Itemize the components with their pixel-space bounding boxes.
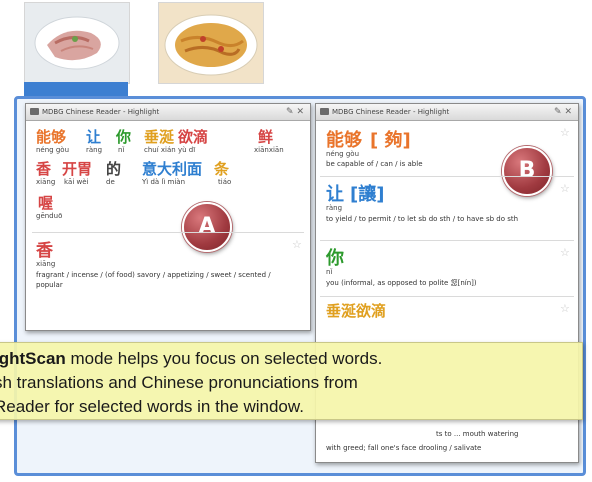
star-icon[interactable]: ☆ (292, 238, 302, 251)
entry-pinyin: ràng (326, 204, 343, 212)
pin-close-icon[interactable]: ✎ ✕ (554, 104, 572, 120)
app-icon (30, 108, 39, 115)
entry-headword: 让 (326, 184, 344, 205)
word-tiao[interactable]: 条 (214, 158, 229, 179)
window-a-title: MDBG Chinese Reader - Highlight (42, 108, 160, 116)
pinyin: yù dī (178, 146, 196, 154)
pinyin: néng gòu (36, 146, 70, 154)
pinyin: kāi wèi (64, 178, 89, 186)
callout-line-2: sh translations and Chinese pronunciatio… (0, 373, 358, 392)
entry-definition: to yield / to permit / to let sb do sth … (326, 215, 519, 223)
noodles-dish-image (159, 3, 263, 83)
divider (320, 296, 574, 297)
star-icon[interactable]: ☆ (560, 182, 570, 195)
callout-badge-b: B (502, 146, 552, 196)
divider (320, 176, 574, 177)
pinyin: xiāng (36, 178, 56, 186)
word-kaiwei[interactable]: 开胃 (62, 158, 92, 179)
word-xiang[interactable]: 香 (36, 158, 51, 179)
word-yudi[interactable]: 欲滴 (178, 126, 208, 147)
reader-window-a[interactable]: MDBG Chinese Reader - Highlight ✎ ✕ 能够 让… (25, 103, 311, 331)
entry-headword: 香 (36, 241, 53, 261)
entry-traditional: [讓] (350, 184, 385, 205)
word-yidalimian[interactable]: 意大利面 (142, 158, 202, 179)
app-icon (320, 108, 329, 115)
word-de[interactable]: 的 (106, 158, 121, 179)
divider (32, 232, 304, 233)
callout-line-1-text: mode helps you focus on selected words. (65, 349, 383, 368)
pinyin: Yì dà lì miàn (142, 178, 186, 186)
entry-headword-partial: 垂涎欲滴 (326, 302, 387, 320)
word-chuixian[interactable]: 垂涎 (144, 126, 174, 147)
pinyin: xiānxiān (254, 146, 284, 154)
word-ni[interactable]: 你 (116, 126, 131, 147)
callout-line-1: ightScan mode helps you focus on selecte… (0, 347, 382, 371)
entry-pinyin: nǐ (326, 268, 333, 276)
star-icon[interactable]: ☆ (560, 126, 570, 139)
star-icon[interactable]: ☆ (560, 246, 570, 259)
thumbnail-plate[interactable] (24, 2, 130, 84)
star-icon[interactable]: ☆ (560, 302, 570, 315)
window-a-titlebar[interactable]: MDBG Chinese Reader - Highlight ✎ ✕ (26, 104, 310, 121)
entry-definition: be capable of / can / is able (326, 160, 423, 168)
entry-definition: fragrant / incense / (of food) savory / … (36, 271, 271, 289)
pinyin: ràng (86, 146, 103, 154)
info-callout: ightScan mode helps you focus on selecte… (0, 342, 583, 420)
entry-headword: 能够 (326, 130, 362, 151)
entry-definition-partial: ts to ... mouth watering (436, 430, 519, 438)
entry-headword: 你 (326, 248, 344, 269)
word-nenggou[interactable]: 能够 (36, 126, 66, 147)
window-b-titlebar[interactable]: MDBG Chinese Reader - Highlight ✎ ✕ (316, 104, 578, 121)
word-rang[interactable]: 让 (86, 126, 101, 147)
divider (320, 240, 574, 241)
plate-dish-image (25, 3, 129, 83)
callout-mode-name: ightScan (0, 349, 66, 368)
callout-badge-a: A (182, 202, 232, 252)
pinyin: de (106, 178, 115, 186)
word-row3[interactable]: 喔 (38, 192, 53, 213)
entry-traditional: [ 夠] (370, 130, 411, 151)
entry-definition: you (informal, as opposed to polite 您[ní… (326, 279, 477, 287)
window-b-title: MDBG Chinese Reader - Highlight (332, 108, 450, 116)
pinyin: gēnduō (36, 212, 63, 220)
pinyin: chuí xián (144, 146, 176, 154)
entry-pinyin: néng gòu (326, 150, 360, 158)
pin-close-icon[interactable]: ✎ ✕ (286, 104, 304, 120)
thumbnail-noodles[interactable] (158, 2, 264, 84)
callout-line-3: Reader for selected words in the window. (0, 397, 304, 416)
pinyin: tiáo (218, 178, 232, 186)
entry-definition-partial: with greed; fall one's face drooling / s… (326, 444, 482, 452)
pinyin: nǐ (118, 146, 125, 154)
entry-pinyin: xiāng (36, 260, 56, 268)
word-xian[interactable]: 鲜 (258, 126, 273, 147)
